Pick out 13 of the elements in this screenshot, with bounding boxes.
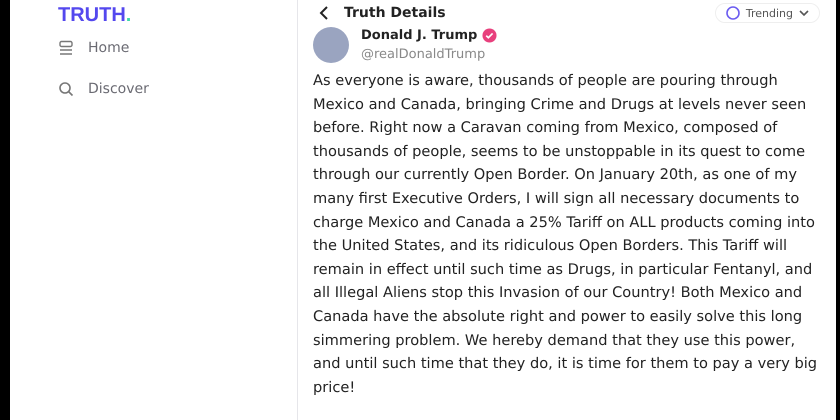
- chevron-icon: [799, 9, 809, 17]
- page-title: Truth Details: [344, 5, 446, 21]
- logo[interactable]: TRUTH.: [58, 4, 132, 26]
- author-handle[interactable]: @realDonaldTrump: [361, 47, 498, 62]
- search-icon: [58, 81, 74, 97]
- trending-dropdown[interactable]: Trending: [714, 3, 820, 23]
- sidebar-item[interactable]: Home: [58, 40, 297, 56]
- post-text: As everyone is aware, thousands of people are pouring through Mexico and Canada, bringing Crime and Drugs at levels never seen before. Right now a Caravan coming from Mexico, composed of thousands of people, seems to be unstoppable in its quest to come through our currently Open Border. On January 20th, as one of my many first Executive Orders, I will sign all necessary documents to charge Mexico and Canada a 25% Tariff on ALL products coming into the United States, and its ridiculous Open Borders. This Tariff will remain in effect until such time as Drugs, in particular Fentanyl, and all Illegal Aliens stop this Invasion of our Country! Both Mexico and Canada have the absolute right and power to easily solve this long simmering problem. We hereby demand that they use this power, and until such time that they do, it is time for them to pay a very big price!: [313, 71, 818, 398]
- back-icon[interactable]: [318, 6, 330, 20]
- trending-icon: [726, 6, 740, 20]
- author-name[interactable]: Donald J. Trump: [361, 28, 478, 43]
- sidebar-item[interactable]: Discover: [58, 81, 297, 97]
- home-icon: [58, 40, 74, 56]
